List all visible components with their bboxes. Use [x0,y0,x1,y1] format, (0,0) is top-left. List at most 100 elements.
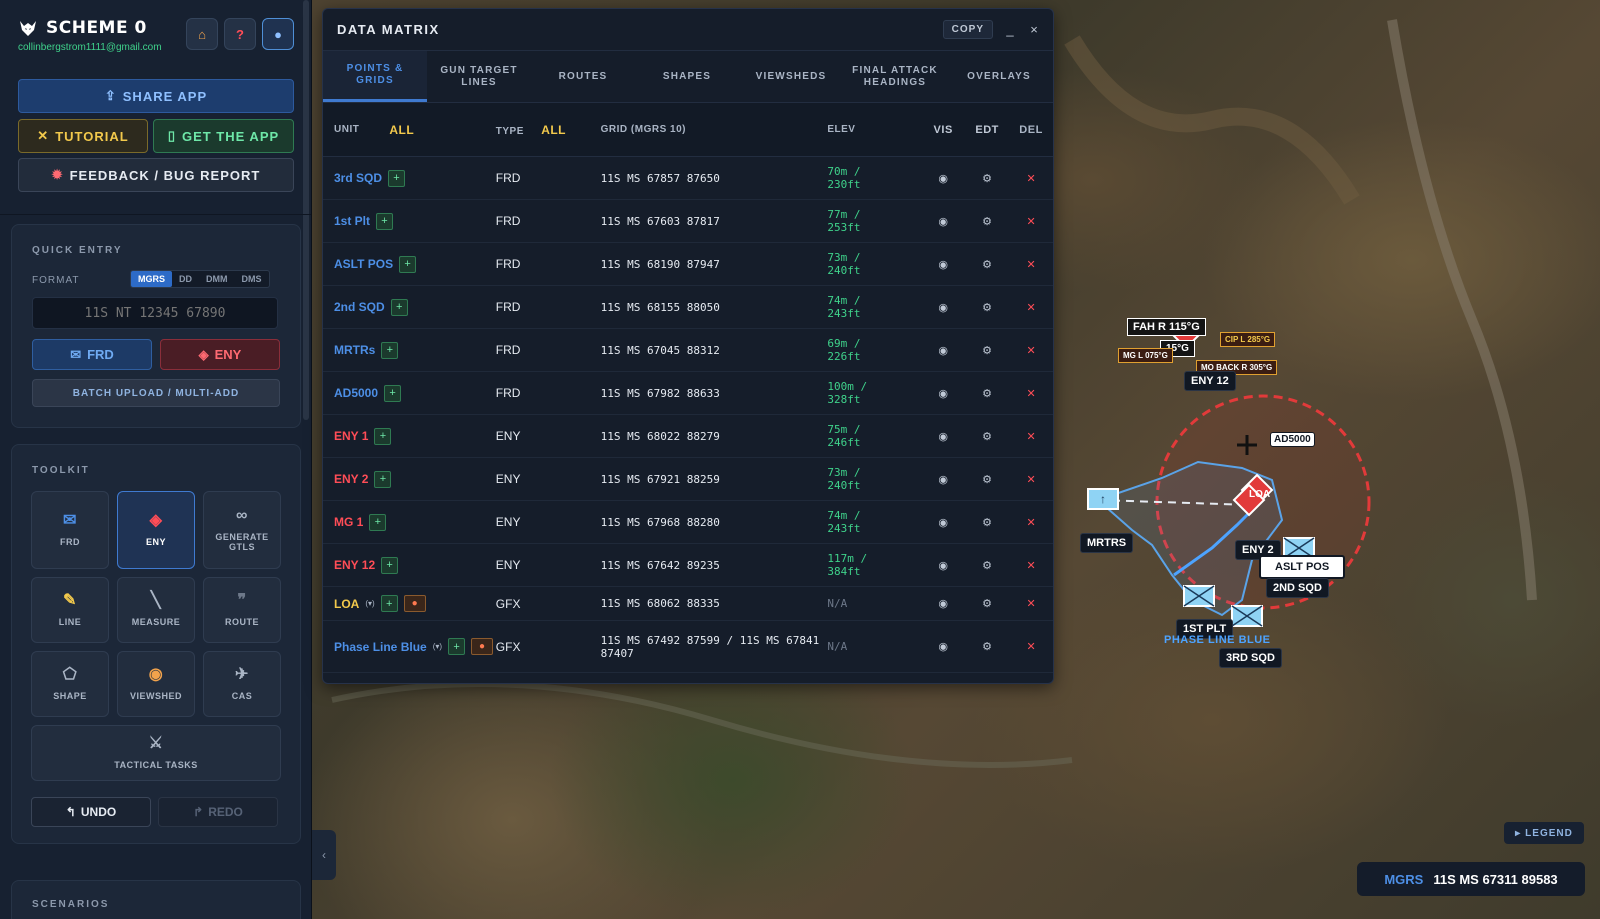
visibility-toggle[interactable]: ◉ [921,516,965,529]
grid-cell[interactable]: 11S MS 67921 88259 [601,473,828,486]
add-point-button[interactable]: + [384,384,402,402]
add-eny-button[interactable]: ◈ ENY [160,339,280,370]
edit-button[interactable]: ⚙ [965,559,1009,572]
tool-tactical-tasks[interactable]: ⚔ TACTICAL TASKS [31,725,281,781]
profile-icon[interactable]: ● [262,18,294,50]
tool-line[interactable]: ✎ LINE [31,577,109,643]
edit-button[interactable]: ⚙ [965,640,1009,653]
feedback-button[interactable]: ✹ FEEDBACK / BUG REPORT [18,158,294,192]
unit-name[interactable]: LOA [334,597,359,611]
tool-generate-gtls[interactable]: ∞ GENERATE GTLS [203,491,281,569]
edit-button[interactable]: ⚙ [965,344,1009,357]
get-app-button[interactable]: ▯ GET THE APP [153,119,294,153]
visibility-toggle[interactable]: ◉ [921,559,965,572]
tool-cas[interactable]: ✈ CAS [203,651,281,717]
delete-button[interactable]: ✕ [1009,597,1053,610]
unit-name[interactable]: MG 1 [334,515,363,529]
unit-name[interactable]: 3rd SQD [334,171,382,185]
grid-cell[interactable]: 11S MS 67492 87599 / 11S MS 67841 87407 [601,634,828,660]
tab-viewsheds[interactable]: VIEWSHEDS [739,51,843,102]
table-row[interactable]: ENY 1 + ENY 11S MS 68022 88279 75m /246ft ◉ ⚙ ✕ [323,415,1053,458]
eny-12-label[interactable]: ENY 12 [1184,371,1236,391]
grid-cell[interactable]: 11S MS 68155 88050 [601,301,828,314]
delete-button[interactable]: ✕ [1009,172,1053,185]
grid-cell[interactable]: 11S MS 67968 88280 [601,516,828,529]
table-row[interactable]: MRTRs + FRD 11S MS 67045 88312 69m /226ft ◉ ⚙ ✕ [323,329,1053,372]
table-row[interactable]: 2nd SQD + FRD 11S MS 68155 88050 74m /243ft ◉… [323,286,1053,329]
add-point-button[interactable]: + [380,595,398,612]
ad5000-label[interactable]: AD5000 [1270,432,1315,447]
sidebar-scrollbar[interactable] [303,0,309,420]
sidebar-collapse-button[interactable]: ‹ [312,830,336,880]
visibility-toggle[interactable]: ◉ [921,215,965,228]
visibility-toggle[interactable]: ◉ [921,597,965,610]
aslt-pos-label[interactable]: ASLT POS [1259,555,1346,579]
table-row[interactable]: 3rd SQD + FRD 11S MS 67857 87650 70m /230ft ◉… [323,157,1053,200]
visibility-toggle[interactable]: ◉ [921,640,965,653]
grid-cell[interactable]: 11S MS 67045 88312 [601,344,828,357]
format-option-dmm[interactable]: DMM [199,271,235,287]
edit-button[interactable]: ⚙ [965,597,1009,610]
home-icon[interactable]: ⌂ [186,18,218,50]
grid-cell[interactable]: 11S MS 67642 89235 [601,559,828,572]
edit-button[interactable]: ⚙ [965,516,1009,529]
unit-name[interactable]: ENY 1 [334,429,368,443]
edit-button[interactable]: ⚙ [965,215,1009,228]
delete-button[interactable]: ✕ [1009,344,1053,357]
add-point-button[interactable]: + [369,513,387,531]
mortar-unit-icon[interactable]: ↑ [1087,488,1119,510]
unit-name[interactable]: ENY 2 [334,472,368,486]
unit-name[interactable]: 1st Plt [334,214,370,228]
edit-button[interactable]: ⚙ [965,387,1009,400]
add-point-button[interactable]: + [399,255,417,273]
delete-button[interactable]: ✕ [1009,258,1053,271]
format-option-dd[interactable]: DD [172,271,199,287]
delete-button[interactable]: ✕ [1009,640,1053,653]
visibility-toggle[interactable]: ◉ [921,473,965,486]
help-icon[interactable]: ? [224,18,256,50]
tab-gun-target-lines[interactable]: GUN TARGET LINES [427,51,531,102]
tool-shape[interactable]: ⬠ SHAPE [31,651,109,717]
close-icon[interactable]: × [1027,22,1041,37]
add-point-button[interactable]: + [376,212,394,230]
visibility-toggle[interactable]: ◉ [921,430,965,443]
table-row[interactable]: ENY 12 + ENY 11S MS 67642 89235 117m /384ft ◉… [323,544,1053,587]
edit-button[interactable]: ⚙ [965,258,1009,271]
grid-cell[interactable]: 11S MS 67857 87650 [601,172,828,185]
unit-name[interactable]: MRTRs [334,343,375,357]
add-point-button[interactable]: + [374,470,392,488]
tutorial-button[interactable]: ✕ TUTORIAL [18,119,148,153]
table-row[interactable]: ENY 2 + ENY 11S MS 67921 88259 73m /240ft ◉ ⚙ ✕ [323,458,1053,501]
type-filter-dropdown[interactable]: ALL [541,123,566,137]
add-point-button[interactable]: + [448,638,466,655]
grid-cell[interactable]: 11S MS 68190 87947 [601,258,828,271]
tab-final-attack-headings[interactable]: FINAL ATTACK HEADINGS [843,51,947,102]
pin-button[interactable]: ● [403,595,426,612]
visibility-toggle[interactable]: ◉ [921,387,965,400]
minimize-icon[interactable]: _ [1003,22,1017,37]
unit-name[interactable]: 2nd SQD [334,300,385,314]
coordinate-input[interactable] [32,297,278,329]
tab-points-grids[interactable]: POINTS & GRIDS [323,51,427,102]
visibility-toggle[interactable]: ◉ [921,301,965,314]
table-row[interactable]: LOA (▾) + ● GFX 11S MS 68062 88335 N/A ◉ ⚙ ✕ [323,587,1053,621]
grid-cell[interactable]: 11S MS 68022 88279 [601,430,828,443]
delete-button[interactable]: ✕ [1009,215,1053,228]
delete-button[interactable]: ✕ [1009,387,1053,400]
format-option-mgrs[interactable]: MGRS [131,271,172,287]
edit-button[interactable]: ⚙ [965,172,1009,185]
share-app-button[interactable]: ⇪ SHARE APP [18,79,294,113]
matrix-header[interactable]: DATA MATRIX COPY _ × [323,9,1053,51]
add-frd-button[interactable]: ✉ FRD [32,339,152,370]
delete-button[interactable]: ✕ [1009,559,1053,572]
copy-button[interactable]: COPY [942,20,993,39]
unit-name[interactable]: ENY 12 [334,558,375,572]
unit-tag[interactable]: (▾) [433,642,442,651]
batch-upload-button[interactable]: BATCH UPLOAD / MULTI-ADD [32,379,280,407]
unit-name[interactable]: ASLT POS [334,257,393,271]
redo-button[interactable]: ↱ REDO [158,797,278,827]
tool-frd[interactable]: ✉ FRD [31,491,109,569]
grid-cell[interactable]: 11S MS 67982 88633 [601,387,828,400]
delete-button[interactable]: ✕ [1009,516,1053,529]
delete-button[interactable]: ✕ [1009,430,1053,443]
